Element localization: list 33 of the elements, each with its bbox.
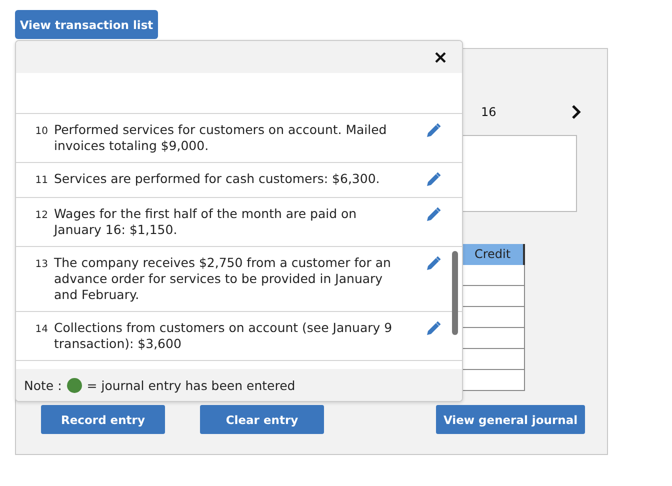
transaction-text: The company receives $2,750 from a customer for an advance order for services to be provided in January and February.	[54, 255, 392, 303]
close-icon[interactable]	[435, 52, 446, 62]
pencil-icon[interactable]	[426, 123, 441, 138]
input-cell[interactable]	[462, 370, 525, 391]
transaction-text: Collections from customers on account (see January 9 transaction): $3,600	[54, 320, 394, 352]
transaction-number: 13	[34, 258, 49, 272]
input-cell[interactable]	[462, 307, 525, 328]
transaction-text: Services are performed for cash customers: $6,300.	[54, 171, 381, 187]
transaction-number: 14	[34, 323, 49, 337]
note-label: Note :	[24, 378, 62, 392]
pencil-icon[interactable]	[426, 207, 441, 222]
transaction-number: 10	[34, 125, 49, 139]
input-cell[interactable]	[462, 286, 525, 307]
input-cell[interactable]	[462, 265, 525, 286]
date-label: 16	[481, 105, 496, 119]
pencil-icon[interactable]	[426, 256, 441, 271]
transaction-text: Performed services for customers on account. Mailed invoices totaling $9,000.	[54, 122, 388, 154]
action-button[interactable]: Record entry	[41, 405, 165, 434]
column-header: Credit	[462, 244, 525, 265]
note-text: = journal entry has been entered	[86, 378, 296, 392]
action-button[interactable]: Clear entry	[200, 405, 324, 434]
pencil-icon[interactable]	[426, 321, 441, 336]
transaction-number: 12	[34, 209, 49, 223]
input-cell[interactable]	[462, 349, 525, 370]
scrollbar-thumb[interactable]	[452, 251, 458, 335]
entered-dot-icon	[66, 378, 82, 392]
action-button[interactable]: View general journal	[436, 405, 585, 434]
view-transaction-list-button[interactable]: View transaction list	[15, 10, 158, 39]
transaction-number: 11	[34, 174, 49, 188]
input-cell[interactable]	[462, 328, 525, 349]
pencil-icon[interactable]	[426, 172, 441, 187]
transaction-text: Wages for the first half of the month are paid on January 16: $1,150.	[54, 206, 358, 238]
description-field[interactable]	[461, 135, 577, 212]
